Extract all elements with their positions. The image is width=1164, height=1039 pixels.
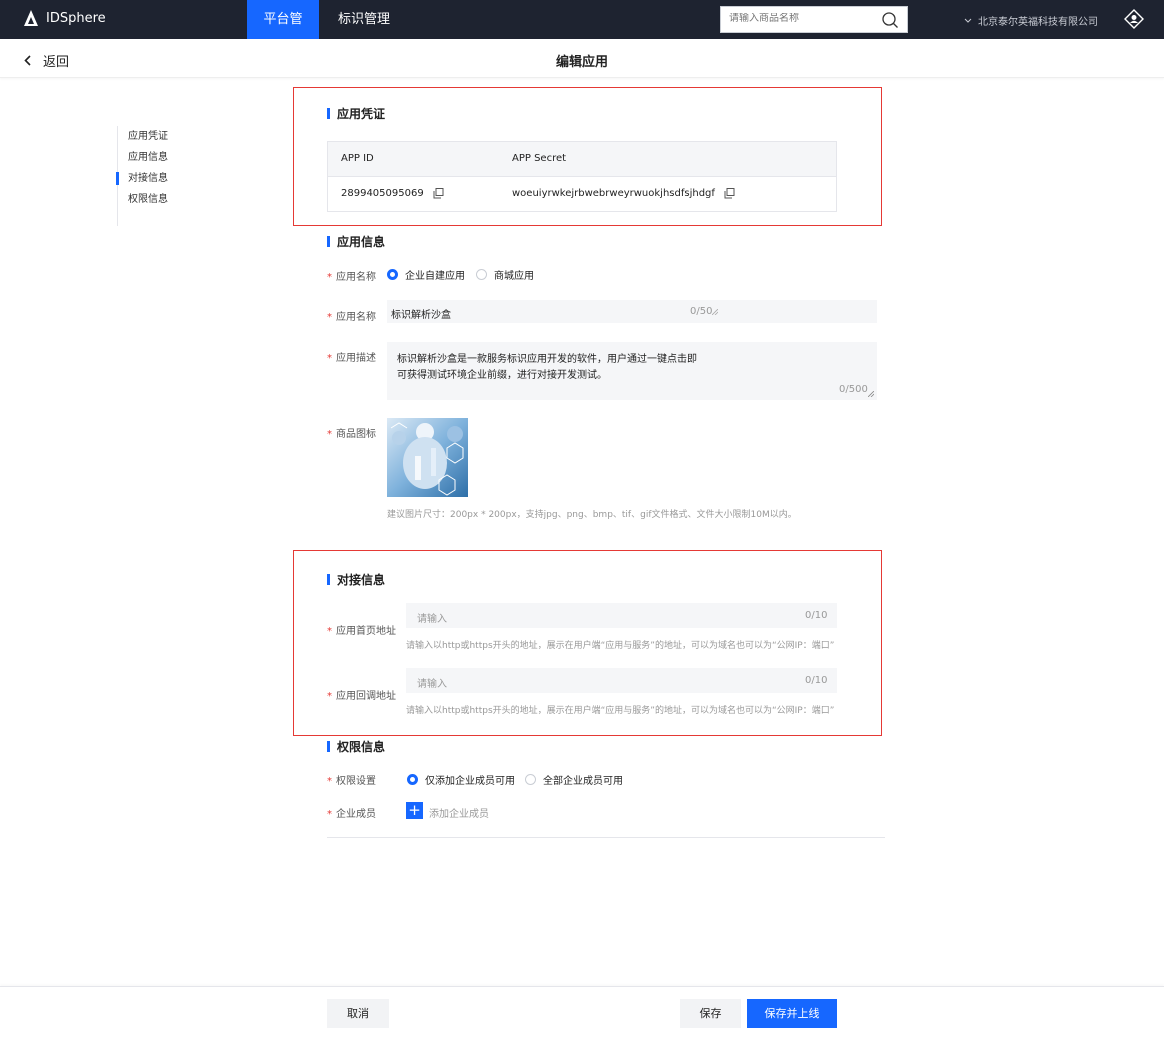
callback-url-hint: 请输入以http或https开头的地址，展示在用户端“应用与服务”的地址，可以为…	[406, 706, 835, 716]
tab-platform-management[interactable]: 平台管理	[247, 0, 319, 66]
save-and-publish-button[interactable]: 保存并上线	[747, 999, 837, 1028]
logo-icon	[24, 10, 38, 26]
anchor-integration[interactable]: 对接信息	[116, 168, 168, 189]
search-icon[interactable]	[881, 11, 899, 29]
section-title-permissions: 权限信息	[327, 738, 385, 755]
product-icon-image[interactable]	[387, 418, 468, 497]
cancel-button[interactable]: 取消	[327, 999, 389, 1028]
chevron-down-icon	[964, 18, 972, 23]
radio-enterprise-app[interactable]: 企业自建应用	[387, 267, 465, 282]
copy-icon[interactable]	[724, 188, 735, 199]
section-anchor-nav: 应用凭证 应用信息 对接信息 权限信息	[116, 126, 168, 226]
section-title-integration: 对接信息	[327, 571, 385, 588]
credentials-table: APP ID APP Secret 2899405095069 woeuiyrw…	[327, 141, 837, 212]
callback-url-placeholder: 请输入	[417, 679, 447, 690]
permission-setting-label: * 权限设置	[327, 776, 376, 787]
enterprise-member-label: * 企业成员	[327, 809, 376, 820]
resize-handle-icon[interactable]	[868, 391, 874, 397]
anchor-credentials[interactable]: 应用凭证	[118, 126, 168, 147]
radio-store-app[interactable]: 商城应用	[476, 267, 534, 282]
homepage-url-counter: 0/10	[805, 610, 828, 621]
app-secret-cell: woeuiyrwkejrbwebrweyrwuokjhsdfsjhdgf	[512, 188, 735, 199]
callback-url-input[interactable]: 请输入 0/10	[406, 668, 837, 693]
app-name-value: 标识解析沙盒	[391, 310, 451, 321]
company-switcher[interactable]: 北京泰尔英福科技有限公司	[964, 13, 1098, 28]
column-header-app-id: APP ID	[341, 153, 374, 164]
radio-selected-icon	[407, 774, 418, 785]
app-name-label: * 应用名称	[327, 312, 376, 323]
radio-selected-icon	[387, 269, 398, 280]
table-header: APP ID APP Secret	[328, 142, 836, 177]
divider	[327, 837, 885, 838]
app-name-counter: 0/50	[690, 306, 713, 317]
app-secret-value: woeuiyrwkejrbwebrweyrwuokjhsdfsjhdgf	[512, 188, 715, 199]
copy-icon[interactable]	[433, 188, 444, 199]
chevron-left-icon	[24, 55, 31, 66]
callback-url-label: * 应用回调地址	[327, 691, 396, 702]
add-member-button[interactable]: +	[406, 802, 423, 819]
search-input[interactable]	[729, 13, 879, 24]
homepage-url-placeholder: 请输入	[417, 614, 447, 625]
add-member-label[interactable]: 添加企业成员	[429, 805, 489, 820]
section-title-credentials: 应用凭证	[327, 105, 385, 122]
back-button[interactable]: 返回	[24, 51, 69, 70]
radio-unselected-icon	[476, 269, 487, 280]
homepage-url-input[interactable]: 请输入 0/10	[406, 603, 837, 628]
column-header-app-secret: APP Secret	[512, 153, 567, 164]
product-icon-hint: 建议图片尺寸：200px * 200px，支持jpg、png、bmp、tif、g…	[387, 510, 797, 520]
company-name: 北京泰尔英福科技有限公司	[978, 17, 1098, 28]
section-title-app-info: 应用信息	[327, 233, 385, 250]
page-header: 编辑应用 返回	[0, 39, 1164, 78]
description-line-1: 标识解析沙盒是一款服务标识应用开发的软件，用户通过一键点击即	[397, 354, 697, 365]
back-label: 返回	[43, 55, 70, 70]
top-navbar: IDSphere 平台管理 标识管理 北京泰尔英福科技有限公司	[0, 0, 1164, 66]
footer-action-bar: 取消 保存 保存并上线	[0, 986, 1164, 1039]
radio-unselected-icon	[525, 774, 536, 785]
radio-added-members-only[interactable]: 仅添加企业成员可用	[407, 772, 515, 787]
homepage-url-hint: 请输入以http或https开头的地址，展示在用户端“应用与服务”的地址，可以为…	[406, 641, 835, 651]
app-description-textarea[interactable]: 标识解析沙盒是一款服务标识应用开发的软件，用户通过一键点击即 可获得测试环境企业…	[387, 342, 877, 400]
tab-identifier-management[interactable]: 标识管理	[326, 0, 402, 39]
radio-all-members[interactable]: 全部企业成员可用	[525, 772, 623, 787]
app-type-label: * 应用名称	[327, 272, 376, 283]
description-line-2: 可获得测试环境企业前缀，进行对接开发测试。	[397, 370, 607, 381]
app-description-label: * 应用描述	[327, 353, 376, 364]
product-icon-label: * 商品图标	[327, 429, 376, 440]
anchor-app-info[interactable]: 应用信息	[118, 147, 168, 168]
homepage-url-label: * 应用首页地址	[327, 626, 396, 637]
save-button[interactable]: 保存	[680, 999, 741, 1028]
callback-url-counter: 0/10	[805, 675, 828, 686]
app-name-input[interactable]: 标识解析沙盒 0/50	[387, 300, 877, 323]
search-box	[720, 6, 908, 33]
app-id-value: 2899405095069	[341, 188, 424, 199]
resize-handle-icon	[712, 309, 718, 315]
table-row: 2899405095069 woeuiyrwkejrbwebrweyrwuokj…	[328, 177, 836, 212]
app-id-cell: 2899405095069	[341, 188, 444, 199]
description-counter: 0/500	[839, 384, 868, 395]
page-title: 编辑应用	[555, 55, 608, 70]
app-name: IDSphere	[46, 10, 106, 26]
app-logo[interactable]: IDSphere	[24, 10, 106, 26]
plus-icon: +	[408, 801, 421, 819]
user-avatar-icon[interactable]	[1124, 9, 1144, 29]
anchor-permissions[interactable]: 权限信息	[118, 189, 168, 210]
